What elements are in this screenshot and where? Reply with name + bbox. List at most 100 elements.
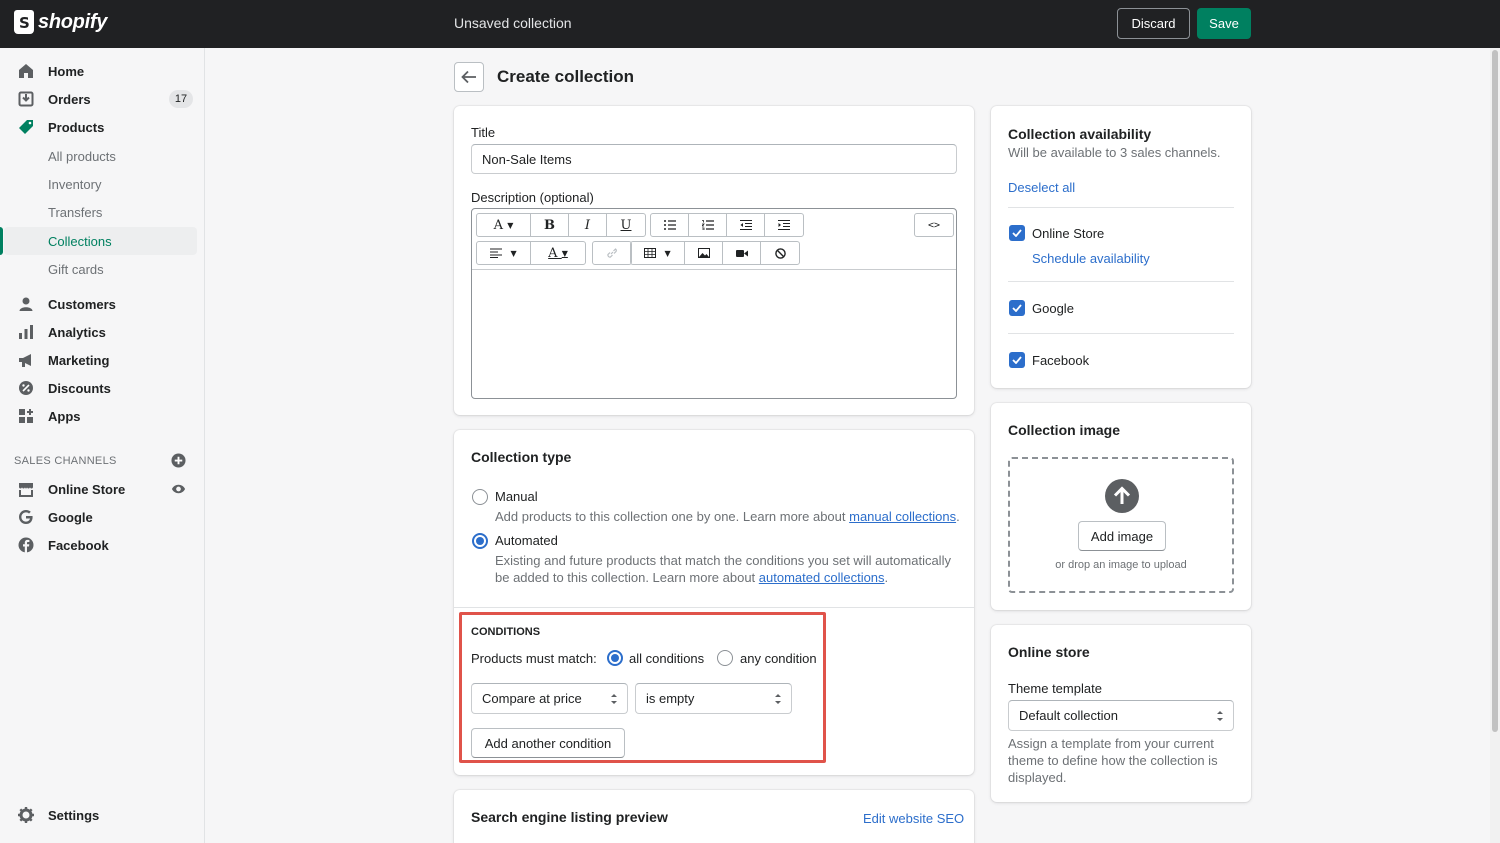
online-store-heading: Online store (1008, 644, 1090, 660)
sidebar-item-label: Google (48, 509, 93, 525)
online-store-checkbox[interactable] (1009, 225, 1025, 241)
sidebar-item-online-store[interactable]: Online Store (0, 475, 205, 503)
bullet-list-icon[interactable] (651, 214, 689, 236)
tag-icon (17, 119, 34, 136)
sidebar-subitem-label: All products (48, 149, 116, 164)
sidebar-item-label: Apps (48, 408, 81, 424)
megaphone-icon (17, 352, 34, 369)
online-store-card: Online store Theme template Default coll… (991, 625, 1251, 802)
save-button[interactable]: Save (1197, 8, 1251, 39)
sidebar-subitem-gift-cards[interactable]: Gift cards (0, 255, 205, 283)
automated-collections-link[interactable]: automated collections (759, 570, 885, 585)
top-bar: shopify Unsaved collection Discard Save (0, 0, 1500, 48)
sidebar-item-label: Facebook (48, 537, 109, 553)
text-color-dropdown[interactable]: A ▼ (531, 242, 585, 264)
sidebar-item-settings[interactable]: Settings (0, 801, 205, 829)
sidebar-subitem-label: Transfers (48, 205, 103, 220)
check-icon (1012, 304, 1022, 312)
sidebar-item-customers[interactable]: Customers (0, 290, 205, 318)
code-view-button[interactable]: <> (915, 214, 953, 236)
title-input[interactable]: Non-Sale Items (471, 144, 957, 174)
availability-heading: Collection availability (1008, 126, 1152, 142)
sidebar: Home Orders 17 Products All products Inv… (0, 48, 205, 843)
availability-subtext: Will be available to 3 sales channels. (1008, 145, 1221, 160)
shopify-logo[interactable]: shopify (14, 10, 107, 34)
italic-button[interactable]: I (569, 214, 607, 236)
sidebar-item-marketing[interactable]: Marketing (0, 346, 205, 374)
theme-template-label: Theme template (1008, 681, 1102, 696)
schedule-availability-link[interactable]: Schedule availability (1032, 251, 1150, 266)
google-checkbox[interactable] (1009, 300, 1025, 316)
sidebar-item-label: Customers (48, 296, 116, 312)
image-icon[interactable] (685, 242, 723, 264)
store-icon (17, 481, 34, 498)
sidebar-subitem-transfers[interactable]: Transfers (0, 198, 205, 226)
clear-formatting-icon[interactable] (761, 242, 799, 264)
sidebar-subitem-collections[interactable]: Collections (4, 227, 197, 255)
description-label: Description (optional) (471, 190, 594, 205)
sidebar-item-label: Discounts (48, 380, 111, 396)
details-card: Title Non-Sale Items Description (option… (454, 106, 974, 415)
check-icon (1012, 229, 1022, 237)
divider (1008, 207, 1234, 208)
numbered-list-icon[interactable] (689, 214, 727, 236)
sidebar-item-label: Online Store (48, 481, 126, 497)
toolbar-group-format: ▼ A ▼ (476, 241, 586, 265)
scrollbar-thumb[interactable] (1492, 50, 1498, 732)
page-scrollbar[interactable] (1490, 48, 1500, 843)
sidebar-item-apps[interactable]: Apps (0, 402, 205, 430)
active-indicator (0, 227, 3, 255)
sidebar-item-google[interactable]: Google (0, 503, 205, 531)
automated-label: Automated (495, 533, 558, 548)
availability-card: Collection availability Will be availabl… (991, 106, 1251, 388)
manual-collections-link[interactable]: manual collections (849, 509, 956, 524)
automated-radio[interactable] (472, 533, 488, 549)
theme-template-select[interactable]: Default collection (1008, 700, 1234, 731)
logo-text: shopify (38, 10, 108, 33)
automated-help-text: Existing and future products that match … (495, 552, 965, 586)
image-dropzone[interactable]: Add image or drop an image to upload (1008, 457, 1234, 593)
edit-seo-link[interactable]: Edit website SEO (863, 811, 964, 826)
eye-icon[interactable] (171, 482, 186, 499)
sidebar-item-products[interactable]: Products (0, 113, 205, 141)
sidebar-item-label: Marketing (48, 352, 110, 368)
video-icon[interactable] (723, 242, 761, 264)
sales-channels-heading: SALES CHANNELS (14, 455, 117, 467)
deselect-all-link[interactable]: Deselect all (1008, 180, 1075, 195)
align-dropdown[interactable]: ▼ (477, 242, 531, 264)
sidebar-item-orders[interactable]: Orders 17 (0, 85, 205, 113)
add-channel-icon[interactable] (171, 453, 186, 471)
page-status-title: Unsaved collection (454, 15, 572, 31)
manual-radio[interactable] (472, 489, 488, 505)
google-icon (17, 509, 34, 526)
sidebar-subitem-all-products[interactable]: All products (0, 142, 205, 170)
drop-image-text: or drop an image to upload (1055, 559, 1187, 571)
outdent-icon[interactable] (727, 214, 765, 236)
bold-button[interactable]: B (531, 214, 569, 236)
collection-type-heading: Collection type (471, 449, 572, 465)
theme-template-help: Assign a template from your current them… (1008, 736, 1218, 785)
indent-icon[interactable] (765, 214, 803, 236)
font-style-dropdown[interactable]: A ▼ (477, 214, 531, 236)
underline-button[interactable]: U (607, 214, 645, 236)
period: . (884, 570, 889, 585)
title-label: Title (471, 125, 496, 140)
facebook-checkbox[interactable] (1009, 352, 1025, 368)
sidebar-item-facebook[interactable]: Facebook (0, 531, 205, 559)
seo-heading: Search engine listing preview (471, 809, 668, 825)
sidebar-item-analytics[interactable]: Analytics (0, 318, 205, 346)
sidebar-item-home[interactable]: Home (0, 57, 205, 85)
bar-chart-icon (17, 324, 34, 341)
link-icon[interactable] (593, 242, 631, 264)
table-dropdown[interactable]: ▼ (631, 242, 685, 264)
sidebar-item-label: Settings (48, 807, 100, 823)
back-button[interactable] (454, 62, 484, 92)
discard-button[interactable]: Discard (1117, 8, 1190, 39)
sidebar-item-discounts[interactable]: Discounts (0, 374, 205, 402)
facebook-icon (17, 537, 34, 554)
channel-facebook-label: Facebook (1032, 353, 1090, 368)
description-textarea[interactable] (472, 271, 956, 398)
add-image-button[interactable]: Add image (1078, 521, 1166, 551)
sidebar-subitem-inventory[interactable]: Inventory (0, 170, 205, 198)
sidebar-item-label: Orders (48, 91, 91, 107)
